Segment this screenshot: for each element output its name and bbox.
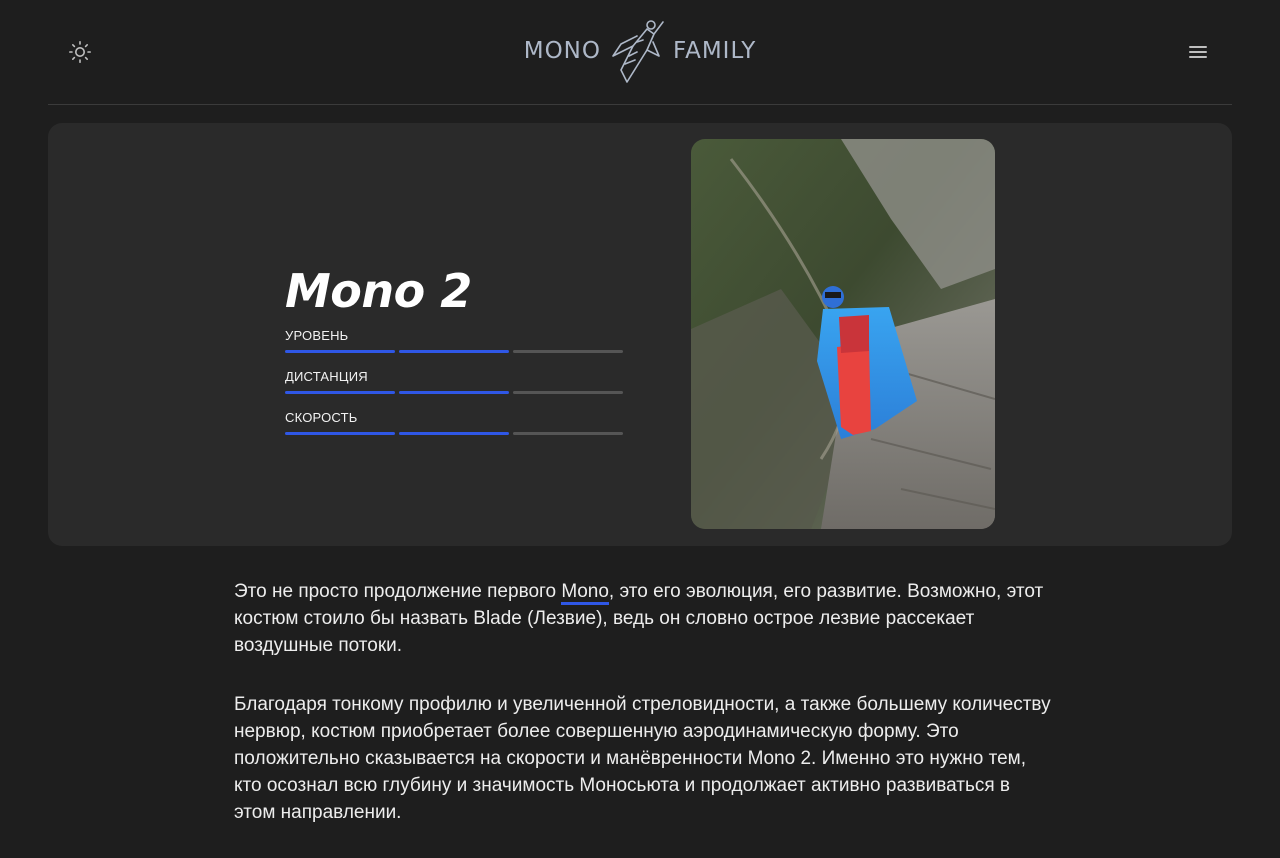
hero-card: Mono 2 УРОВЕНЬ ДИСТАНЦИЯ СКОРОСТЬ	[48, 123, 1232, 546]
mono-link[interactable]: Mono	[561, 581, 609, 605]
stat-label: УРОВЕНЬ	[285, 328, 349, 343]
stat-segment-empty	[513, 391, 623, 394]
description: Это не просто продолжение первого Mono, …	[234, 578, 1054, 858]
stat-segment-filled	[285, 391, 395, 394]
sun-icon	[68, 40, 92, 64]
stat-segment-filled	[399, 350, 509, 353]
site-header: MONO FAMILY	[48, 0, 1232, 105]
hamburger-menu-icon	[1189, 46, 1207, 58]
stat-segment-filled	[285, 432, 395, 435]
logo-text-family: FAMILY	[672, 38, 757, 64]
theme-toggle-button[interactable]	[68, 40, 92, 64]
description-paragraph-2: Благодаря тонкому профилю и увеличенной …	[234, 694, 1051, 823]
wingsuit-flyer-logo	[612, 20, 664, 83]
stat-speed-bar	[285, 432, 625, 435]
stat-segment-empty	[513, 432, 623, 435]
stat-level: УРОВЕНЬ	[285, 328, 625, 353]
suit-title: Mono 2	[285, 264, 472, 318]
wingsuit-photo	[691, 139, 995, 529]
stat-label: ДИСТАНЦИЯ	[285, 369, 368, 384]
p1-text-before: Это не просто продолжение первого	[234, 581, 562, 602]
stat-speed: СКОРОСТЬ	[285, 410, 625, 435]
stat-level-bar	[285, 350, 625, 353]
stat-label: СКОРОСТЬ	[285, 410, 358, 425]
stat-distance-bar	[285, 391, 625, 394]
description-paragraph-1: Это не просто продолжение первого Mono, …	[234, 578, 1054, 659]
stat-segment-filled	[399, 391, 509, 394]
stat-segment-filled	[285, 350, 395, 353]
site-logo[interactable]: MONO FAMILY	[522, 16, 758, 86]
stat-segment-empty	[513, 350, 623, 353]
logo-text-mono: MONO	[523, 38, 601, 64]
stat-distance: ДИСТАНЦИЯ	[285, 369, 625, 394]
stat-segment-filled	[399, 432, 509, 435]
menu-button[interactable]	[1186, 40, 1210, 64]
